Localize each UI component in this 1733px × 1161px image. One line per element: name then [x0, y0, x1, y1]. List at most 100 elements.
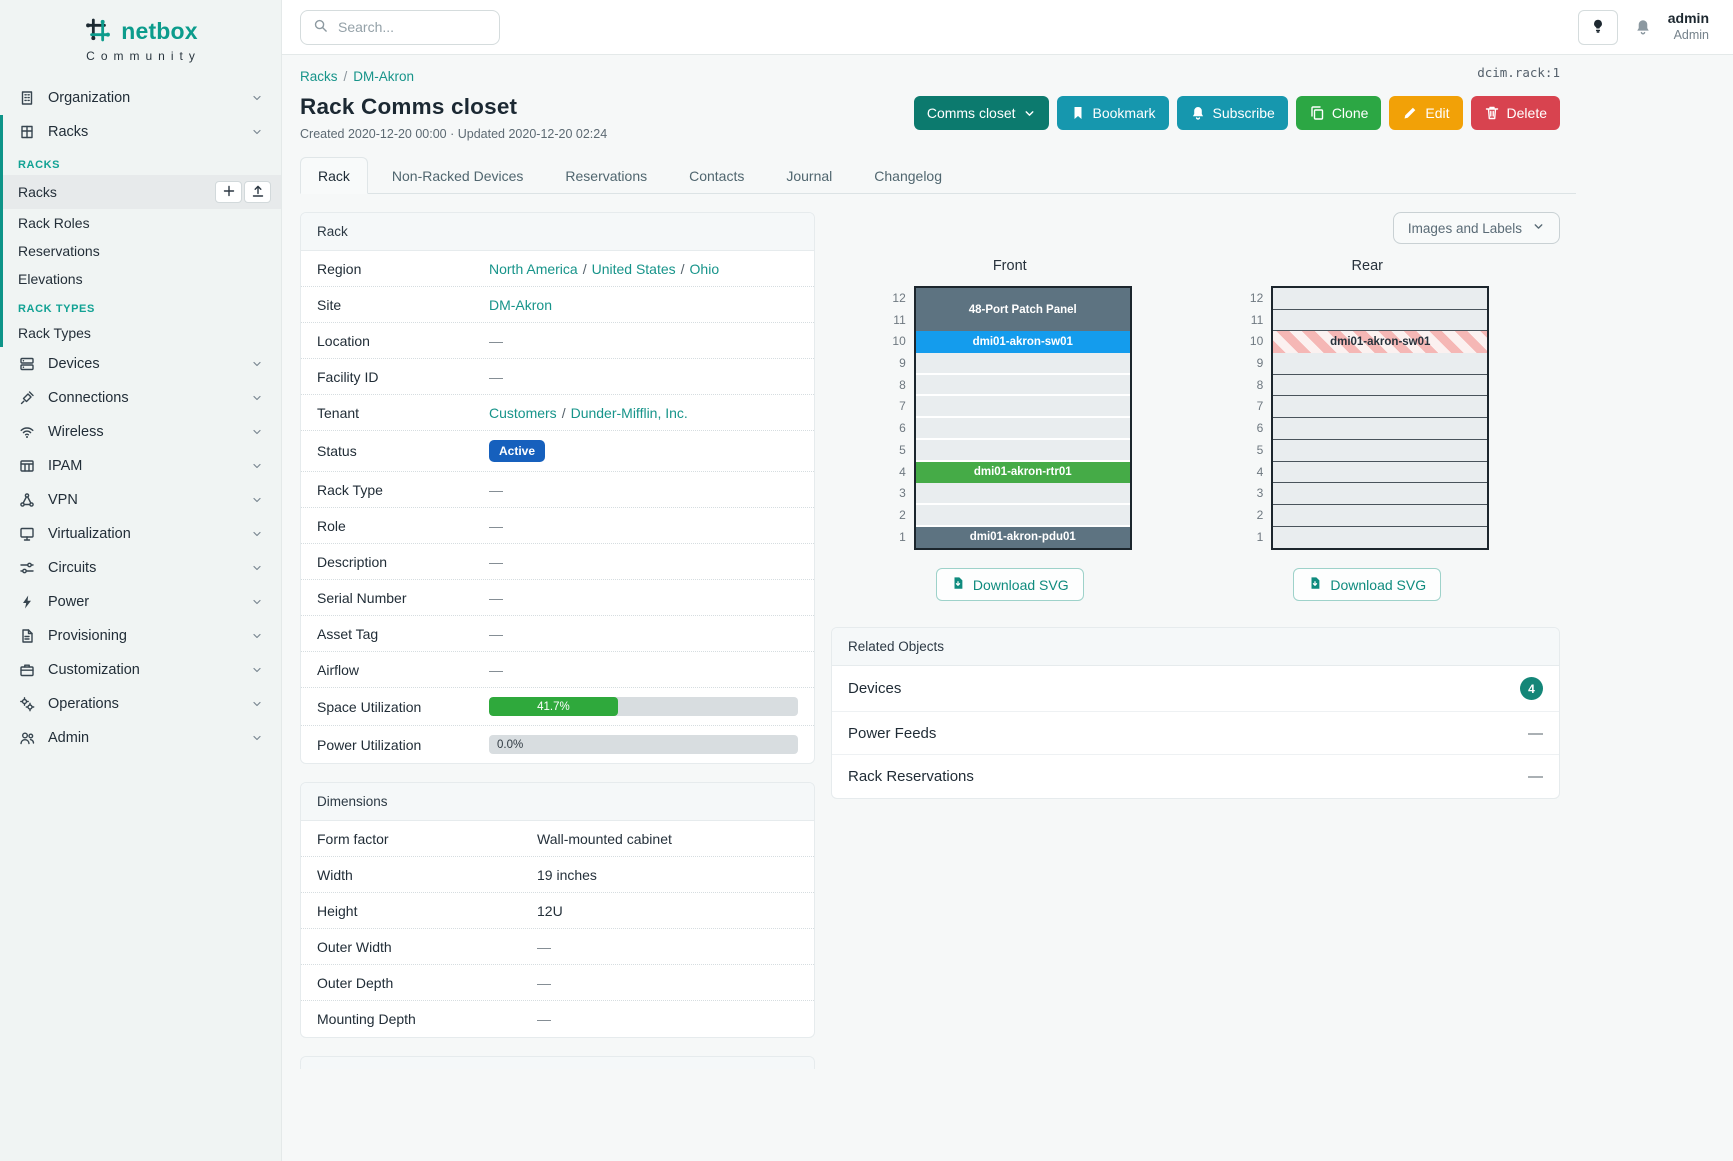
sidebar-group-organization[interactable]: Organization	[0, 81, 281, 115]
breadcrumb-link[interactable]: Racks	[300, 69, 338, 84]
value-text: 12U	[537, 903, 563, 919]
rack-empty-unit[interactable]	[916, 375, 1130, 397]
tab-non-racked-devices[interactable]: Non-Racked Devices	[374, 157, 542, 194]
delete-button[interactable]: Delete	[1471, 96, 1560, 130]
rack-empty-unit[interactable]	[916, 440, 1130, 462]
rear-download-svg-button[interactable]: Download SVG	[1293, 568, 1441, 601]
tab-journal[interactable]: Journal	[768, 157, 850, 194]
rack-empty-unit[interactable]	[1273, 353, 1487, 375]
clone-button[interactable]: Clone	[1296, 96, 1382, 130]
detail-label: Width	[317, 867, 537, 883]
import-racks-button[interactable]	[244, 181, 271, 203]
detail-value: DM-Akron	[489, 297, 798, 313]
brand-logo[interactable]: netbox Community	[0, 0, 281, 73]
related-row-devices[interactable]: Devices4	[832, 666, 1559, 712]
sidebar-group-customization[interactable]: Customization	[0, 653, 281, 687]
rack-empty-unit[interactable]	[916, 353, 1130, 375]
rack-empty-unit[interactable]	[1273, 527, 1487, 549]
rack-empty-unit[interactable]	[1273, 418, 1487, 440]
sidebar-group-ipam[interactable]: IPAM	[0, 449, 281, 483]
rack-device-dmi01-akron-sw01[interactable]: dmi01-akron-sw01	[916, 331, 1130, 353]
front-download-svg-button[interactable]: Download SVG	[936, 568, 1084, 601]
sidebar-group-vpn[interactable]: VPN	[0, 483, 281, 517]
search-input[interactable]	[338, 19, 487, 35]
chevron-down-icon	[251, 358, 263, 370]
sidebar-item-rack-types[interactable]: Rack Types	[0, 319, 281, 347]
value-link[interactable]: Dunder-Mifflin, Inc.	[571, 405, 688, 421]
comms-closet-button[interactable]: Comms closet	[914, 96, 1049, 130]
rack-elevations: Front 121110987654321 48-Port Patch Pane…	[831, 258, 1576, 601]
related-row-power-feeds[interactable]: Power Feeds—	[832, 712, 1559, 755]
sidebar-group-circuits[interactable]: Circuits	[0, 551, 281, 585]
sidebar-item-label: Rack Roles	[18, 215, 90, 231]
detail-value: Active	[489, 440, 798, 462]
rack-empty-unit[interactable]	[1273, 483, 1487, 505]
rack-empty-unit[interactable]	[1273, 440, 1487, 462]
breadcrumb-link[interactable]: DM-Akron	[353, 69, 414, 84]
topbar: admin Admin	[282, 0, 1733, 55]
sidebar-item-racks[interactable]: Racks	[0, 175, 281, 209]
unit-number: 5	[1245, 440, 1263, 462]
add-rack-button[interactable]	[215, 181, 242, 203]
sidebar-group-connections[interactable]: Connections	[0, 381, 281, 415]
rack-device-dmi01-akron-sw01[interactable]: dmi01-akron-sw01	[1273, 331, 1487, 353]
rack-empty-unit[interactable]	[916, 396, 1130, 418]
button-label: Subscribe	[1213, 105, 1275, 121]
detail-value: 19 inches	[537, 867, 798, 883]
value-link[interactable]: Ohio	[690, 261, 720, 277]
notifications-bell-icon[interactable]	[1634, 18, 1652, 36]
value-link[interactable]: United States	[592, 261, 676, 277]
sidebar-group-racks[interactable]: Racks	[0, 115, 281, 149]
rack-device-dmi01-akron-pdu01[interactable]: dmi01-akron-pdu01	[916, 527, 1130, 549]
rack-empty-unit[interactable]	[916, 483, 1130, 505]
netbox-logo-icon	[83, 16, 113, 47]
detail-row-asset-tag: Asset Tag—	[301, 616, 814, 652]
rack-empty-unit[interactable]	[1273, 310, 1487, 332]
tab-rack[interactable]: Rack	[300, 157, 368, 194]
sidebar-group-devices[interactable]: Devices	[0, 347, 281, 381]
tab-contacts[interactable]: Contacts	[671, 157, 762, 194]
value-link[interactable]: Customers	[489, 405, 557, 421]
detail-label: Facility ID	[317, 369, 489, 385]
empty-value-dash: —	[489, 369, 503, 385]
unit-number: 1	[1245, 527, 1263, 549]
chevron-down-icon	[1532, 220, 1545, 236]
rack-empty-unit[interactable]	[916, 418, 1130, 440]
chevron-down-icon	[251, 426, 263, 438]
sidebar-group-wireless[interactable]: Wireless	[0, 415, 281, 449]
rack-empty-unit[interactable]	[1273, 288, 1487, 310]
tab-changelog[interactable]: Changelog	[856, 157, 960, 194]
sidebar-item-rack-roles[interactable]: Rack Roles	[0, 209, 281, 237]
tab-reservations[interactable]: Reservations	[547, 157, 665, 194]
sidebar-group-power[interactable]: Power	[0, 585, 281, 619]
rack-empty-unit[interactable]	[1273, 462, 1487, 484]
sidebar-group-provisioning[interactable]: Provisioning	[0, 619, 281, 653]
rack-device-dmi01-akron-rtr01[interactable]: dmi01-akron-rtr01	[916, 462, 1130, 484]
user-menu[interactable]: admin Admin	[1668, 10, 1709, 43]
search-box[interactable]	[300, 10, 500, 45]
file-download-icon	[1308, 576, 1322, 593]
rack-empty-unit[interactable]	[1273, 375, 1487, 397]
theme-toggle-button[interactable]	[1578, 10, 1618, 45]
detail-row-region: RegionNorth America/United States/Ohio	[301, 251, 814, 287]
bookmark-button[interactable]: Bookmark	[1057, 96, 1169, 130]
value-link[interactable]: DM-Akron	[489, 297, 552, 313]
rack-empty-unit[interactable]	[1273, 396, 1487, 418]
edit-button[interactable]: Edit	[1389, 96, 1462, 130]
unit-number: 7	[888, 396, 906, 418]
empty-value-dash: —	[489, 590, 503, 606]
detail-value: —	[489, 590, 798, 606]
subscribe-button[interactable]: Subscribe	[1177, 96, 1288, 130]
value-link[interactable]: North America	[489, 261, 578, 277]
rack-empty-unit[interactable]	[1273, 505, 1487, 527]
rack-empty-unit[interactable]	[916, 505, 1130, 527]
detail-label: Rack Type	[317, 482, 489, 498]
sidebar-group-operations[interactable]: Operations	[0, 687, 281, 721]
elevation-view-select[interactable]: Images and Labels	[1393, 212, 1560, 244]
related-row-rack-reservations[interactable]: Rack Reservations—	[832, 755, 1559, 798]
rack-device-48-port-patch-panel[interactable]: 48-Port Patch Panel	[916, 288, 1130, 331]
sidebar-item-reservations[interactable]: Reservations	[0, 237, 281, 265]
sidebar-group-virtualization[interactable]: Virtualization	[0, 517, 281, 551]
sidebar-group-admin[interactable]: Admin	[0, 721, 281, 755]
sidebar-item-elevations[interactable]: Elevations	[0, 265, 281, 293]
